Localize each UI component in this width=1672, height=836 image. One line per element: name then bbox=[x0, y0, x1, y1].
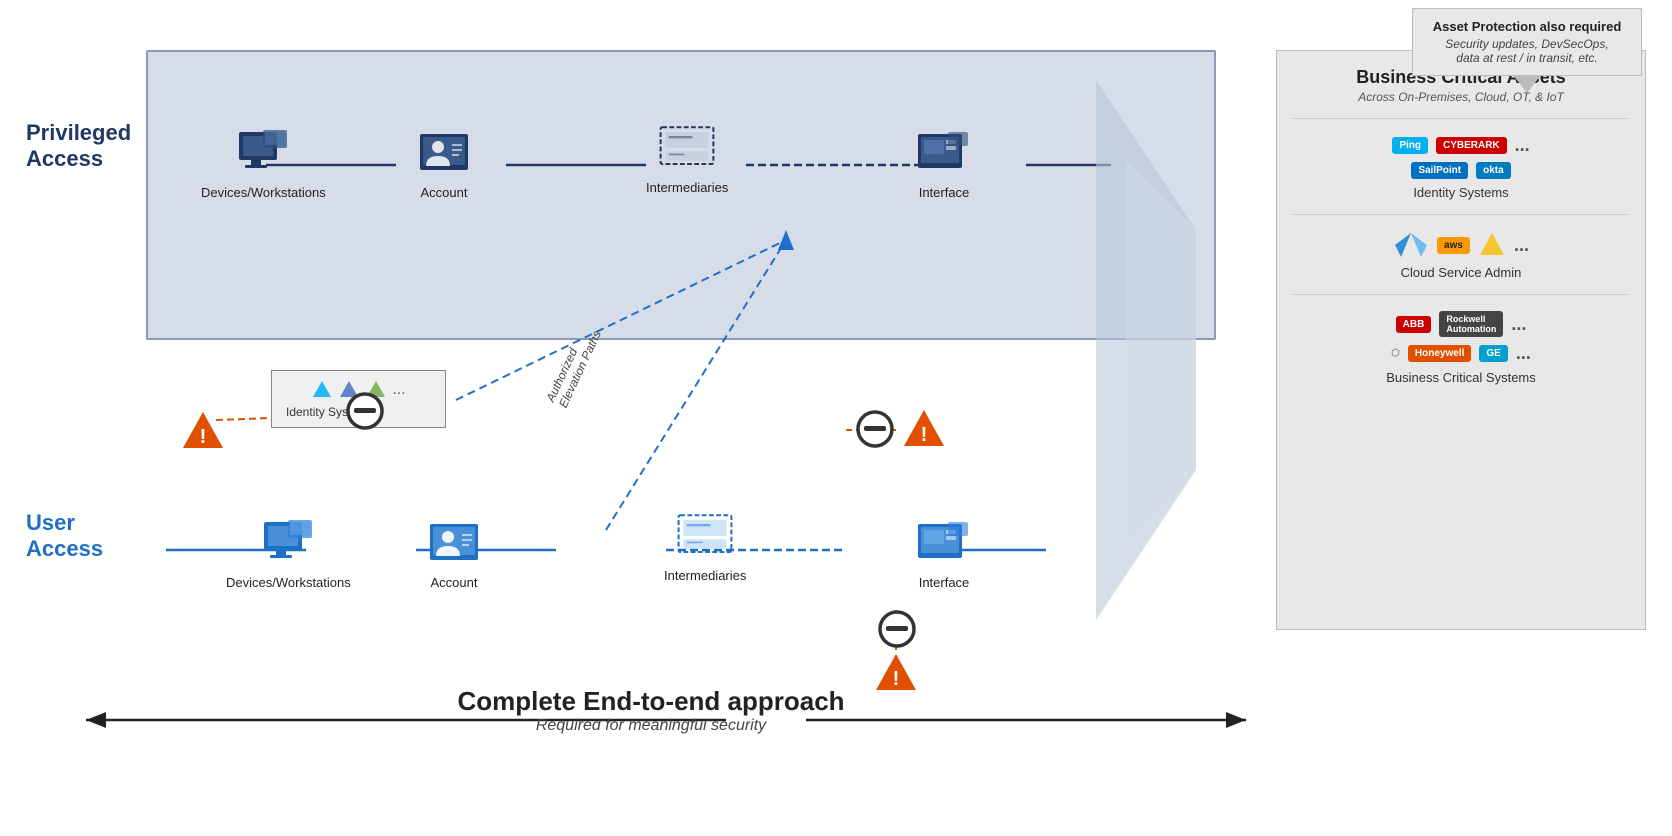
user-interface-label: Interface bbox=[919, 575, 970, 590]
privileged-access-label: Privileged Access bbox=[26, 120, 141, 173]
bca-cloud-logos: aws ... bbox=[1293, 231, 1629, 259]
bca-identity-logos: Ping CYBERARK ... bbox=[1293, 135, 1629, 156]
svg-text:!: ! bbox=[921, 424, 928, 446]
user-intermediaries-image bbox=[677, 508, 733, 564]
warning-right-priv: ! bbox=[902, 408, 946, 453]
bca-panel: Business Critical Assets Across On-Premi… bbox=[1276, 50, 1646, 630]
user-intermediaries-label: Intermediaries bbox=[664, 568, 746, 583]
sailpoint-logo: SailPoint bbox=[1411, 162, 1468, 179]
honeywell-logo: Honeywell bbox=[1408, 345, 1471, 362]
no-entry-left bbox=[346, 392, 384, 435]
user-account-icon: Account bbox=[426, 515, 482, 590]
priv-devices-image bbox=[235, 125, 291, 181]
user-account-label: Account bbox=[431, 575, 478, 590]
user-access-label: User Access bbox=[26, 510, 141, 563]
no-entry-bottom bbox=[878, 610, 916, 653]
priv-intermediaries-icon: Intermediaries bbox=[646, 120, 728, 195]
funnel-shape bbox=[1096, 80, 1196, 620]
priv-intermediaries-image bbox=[659, 120, 715, 176]
bottom-section: Complete End-to-end approach Required fo… bbox=[26, 686, 1276, 735]
user-interface-icon: Interface bbox=[916, 515, 972, 590]
priv-account-image bbox=[416, 125, 472, 181]
bca-identity-label: Identity Systems bbox=[1293, 185, 1629, 200]
bca-ot-logos-2: ⬡ Honeywell GE ... bbox=[1293, 343, 1629, 364]
user-account-image bbox=[426, 515, 482, 571]
diagram-area: Privileged Access User Access bbox=[26, 20, 1646, 740]
cyberark-logo: CYBERARK bbox=[1436, 137, 1507, 154]
okta-logo: okta bbox=[1476, 162, 1511, 179]
bca-ot-section: ABB RockwellAutomation ... ⬡ Honeywell G… bbox=[1293, 294, 1629, 385]
bca-subtitle: Across On-Premises, Cloud, OT, & IoT bbox=[1277, 90, 1645, 104]
priv-devices-label: Devices/Workstations bbox=[201, 185, 326, 200]
user-interface-image bbox=[916, 515, 972, 571]
priv-interface-image bbox=[916, 125, 972, 181]
main-container: Asset Protection also required Security … bbox=[0, 0, 1672, 836]
user-devices-image bbox=[260, 515, 316, 571]
ge-logo: GE bbox=[1479, 345, 1507, 362]
user-intermediaries-icon: Intermediaries bbox=[664, 508, 746, 583]
user-devices-label: Devices/Workstations bbox=[226, 575, 351, 590]
asset-protection-callout: Asset Protection also required Security … bbox=[1412, 8, 1642, 76]
bca-identity-logos-2: SailPoint okta bbox=[1293, 162, 1629, 179]
ping-logo: Ping bbox=[1392, 137, 1428, 154]
google-cloud-logo bbox=[1478, 231, 1506, 259]
bottom-title: Complete End-to-end approach bbox=[26, 686, 1276, 717]
no-entry-mid bbox=[856, 410, 894, 453]
aws-logo: aws bbox=[1437, 237, 1470, 254]
rockwell-logo: RockwellAutomation bbox=[1439, 311, 1503, 337]
bca-cloud-section: aws ... Cloud Service Admin bbox=[1293, 214, 1629, 280]
priv-account-icon: Account bbox=[416, 125, 472, 200]
priv-devices-icon: Devices/Workstations bbox=[201, 125, 326, 200]
bottom-subtitle: Required for meaningful security bbox=[26, 717, 1276, 735]
bca-cloud-label: Cloud Service Admin bbox=[1293, 265, 1629, 280]
priv-account-label: Account bbox=[421, 185, 468, 200]
bca-identity-section: Ping CYBERARK ... SailPoint okta Identit… bbox=[1293, 118, 1629, 200]
svg-text:!: ! bbox=[200, 426, 207, 448]
warning-left: ! bbox=[181, 410, 225, 455]
priv-interface-icon: Interface bbox=[916, 125, 972, 200]
ap-title: Asset Protection also required bbox=[1429, 19, 1625, 34]
bca-ot-label: Business Critical Systems bbox=[1293, 370, 1629, 385]
abb-logo: ABB bbox=[1396, 316, 1432, 333]
user-devices-icon: Devices/Workstations bbox=[226, 515, 351, 590]
priv-interface-label: Interface bbox=[919, 185, 970, 200]
priv-intermediaries-label: Intermediaries bbox=[646, 180, 728, 195]
bca-ot-logos: ABB RockwellAutomation ... bbox=[1293, 311, 1629, 337]
azure-logo bbox=[1393, 231, 1429, 259]
ap-subtitle: Security updates, DevSecOps,data at rest… bbox=[1429, 37, 1625, 65]
